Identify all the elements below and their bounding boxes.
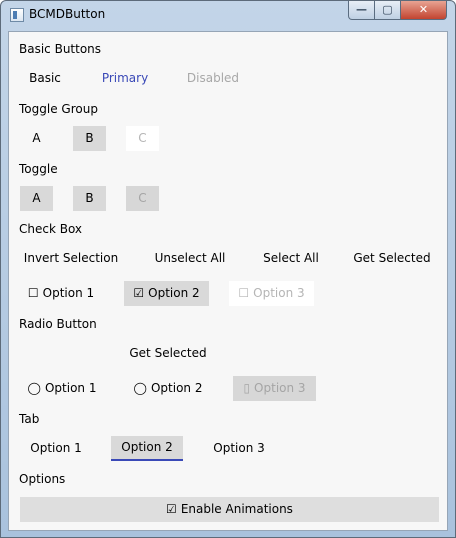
window-title: BCMDButton xyxy=(29,7,106,21)
toggle-group-a[interactable]: A xyxy=(20,126,53,151)
toggle-group-b[interactable]: B xyxy=(73,126,106,151)
enable-animations-label: Enable Animations xyxy=(180,502,293,516)
checkbox-option-2[interactable]: ☑ Option 2 xyxy=(124,281,209,306)
primary-button[interactable]: Primary xyxy=(95,68,155,88)
section-check-box: Check Box xyxy=(19,222,83,236)
tab-option-3[interactable]: Option 3 xyxy=(203,436,275,461)
get-selected-button[interactable]: Get Selected xyxy=(351,247,433,269)
tab-label: Option 2 xyxy=(121,440,173,454)
checkbox-option-label: Option 1 xyxy=(42,286,95,300)
checkbox-checked-icon: ☑ xyxy=(133,286,145,300)
radio-unchecked-icon: ◯ xyxy=(133,381,147,395)
toggle-c: C xyxy=(126,186,159,211)
checkbox-option-3: ☐ Option 3 xyxy=(229,281,314,306)
toggle-group-c: C xyxy=(126,126,159,151)
active-tab-indicator xyxy=(111,459,183,461)
basic-button[interactable]: Basic xyxy=(21,68,69,88)
enable-animations-toggle[interactable]: ☑ Enable Animations xyxy=(20,497,439,522)
radio-option-label: Option 1 xyxy=(44,381,97,395)
toggle-a[interactable]: A xyxy=(20,186,53,211)
checkbox-option-label: Option 3 xyxy=(253,286,305,300)
radio-option-label: Option 2 xyxy=(150,381,203,395)
maximize-button[interactable]: ▢ xyxy=(375,1,401,20)
checkbox-option-label: Option 2 xyxy=(148,286,200,300)
invert-selection-button[interactable]: Invert Selection xyxy=(21,247,121,269)
tab-option-2[interactable]: Option 2 xyxy=(111,436,183,461)
checkbox-option-1[interactable]: ☐ Option 1 xyxy=(21,281,101,306)
tab-option-1[interactable]: Option 1 xyxy=(20,436,92,461)
section-toggle-group: Toggle Group xyxy=(19,102,98,116)
select-all-button[interactable]: Select All xyxy=(257,247,325,269)
app-window: BCMDButton — ▢ ✕ Basic Buttons Basic Pri… xyxy=(0,0,456,538)
minimize-button[interactable]: — xyxy=(348,1,375,20)
section-basic-buttons: Basic Buttons xyxy=(19,42,102,56)
toggle-b[interactable]: B xyxy=(73,186,106,211)
client-area: Basic Buttons Basic Primary Disabled Tog… xyxy=(8,31,448,531)
checkbox-unchecked-icon: ☐ xyxy=(27,286,39,300)
close-button[interactable]: ✕ xyxy=(401,1,447,20)
radio-option-1[interactable]: ◯ Option 1 xyxy=(21,376,103,401)
checkbox-checked-icon: ☑ xyxy=(166,502,177,516)
checkbox-unchecked-icon: ☐ xyxy=(238,286,250,300)
section-radio-button: Radio Button xyxy=(19,317,97,331)
section-toggle: Toggle xyxy=(19,162,58,176)
radio-get-selected-button[interactable]: Get Selected xyxy=(127,342,209,364)
radio-unchecked-icon: ◯ xyxy=(27,381,41,395)
radio-option-3: ▯ Option 3 xyxy=(233,376,316,401)
app-icon xyxy=(10,8,24,22)
section-tab: Tab xyxy=(19,412,40,426)
radio-disabled-icon: ▯ xyxy=(243,381,251,395)
unselect-all-button[interactable]: Unselect All xyxy=(149,247,231,269)
title-bar[interactable]: BCMDButton — ▢ ✕ xyxy=(1,1,455,31)
radio-option-2[interactable]: ◯ Option 2 xyxy=(127,376,209,401)
section-options: Options xyxy=(19,472,66,486)
disabled-button: Disabled xyxy=(186,71,240,85)
radio-option-label: Option 3 xyxy=(254,381,306,395)
